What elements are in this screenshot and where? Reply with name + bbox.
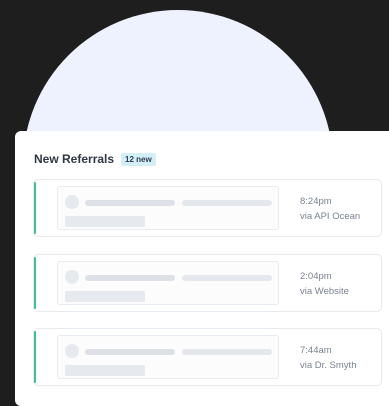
text-placeholder bbox=[65, 365, 145, 376]
referral-source: via Dr. Smyth bbox=[300, 360, 357, 371]
text-placeholder bbox=[85, 349, 175, 355]
text-placeholder bbox=[85, 200, 175, 206]
avatar-placeholder bbox=[65, 344, 79, 358]
text-placeholder bbox=[65, 216, 145, 227]
referral-row[interactable]: 7:44am via Dr. Smyth bbox=[33, 328, 382, 386]
referral-time: 8:24pm bbox=[300, 196, 332, 207]
referral-row[interactable]: 8:24pm via API Ocean bbox=[33, 179, 382, 237]
text-placeholder bbox=[182, 200, 272, 206]
row-accent-bar bbox=[34, 257, 36, 309]
referral-placeholder bbox=[57, 335, 279, 379]
text-placeholder bbox=[182, 349, 272, 355]
referral-time: 7:44am bbox=[300, 345, 332, 356]
text-placeholder bbox=[65, 291, 145, 302]
referral-meta: 2:04pm via Website bbox=[300, 269, 349, 299]
referral-meta: 8:24pm via API Ocean bbox=[300, 194, 360, 224]
text-placeholder bbox=[182, 275, 272, 281]
referral-time: 2:04pm bbox=[300, 271, 332, 282]
referral-source: via API Ocean bbox=[300, 211, 361, 222]
new-count-badge: 12 new bbox=[121, 152, 156, 166]
referral-meta: 7:44am via Dr. Smyth bbox=[300, 343, 357, 373]
referral-row[interactable]: 2:04pm via Website bbox=[33, 254, 382, 312]
text-placeholder bbox=[85, 275, 175, 281]
referral-placeholder bbox=[57, 261, 279, 305]
card-title: New Referrals bbox=[34, 152, 115, 166]
row-accent-bar bbox=[34, 331, 36, 383]
referrals-header: New Referrals 12 new bbox=[34, 152, 156, 166]
row-accent-bar bbox=[34, 182, 36, 234]
referral-source: via Website bbox=[300, 286, 349, 297]
avatar-placeholder bbox=[65, 270, 79, 284]
referral-placeholder bbox=[57, 186, 279, 230]
referrals-card: New Referrals 12 new 8:24pm via API Ocea… bbox=[15, 131, 389, 406]
avatar-placeholder bbox=[65, 195, 79, 209]
